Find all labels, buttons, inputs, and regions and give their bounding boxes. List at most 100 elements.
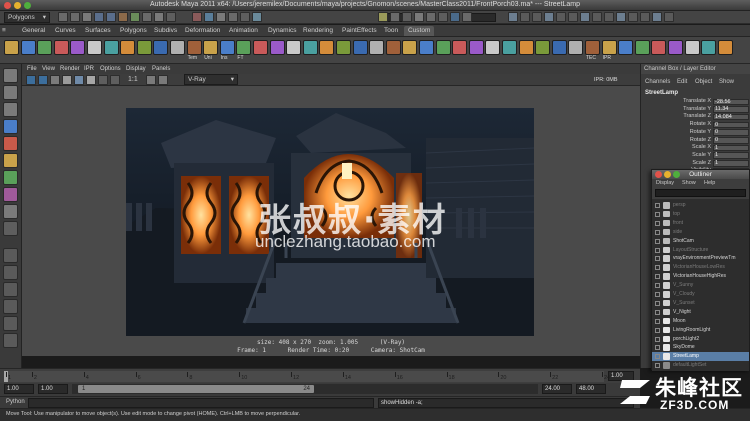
channel-attr-value[interactable]: 14.084 — [713, 113, 749, 121]
menu-display[interactable]: Display — [656, 179, 674, 188]
status-tool-icon[interactable] — [556, 12, 566, 22]
outliner-item-porchlight2[interactable]: porchLight2 — [652, 335, 749, 344]
snap-plane-icon[interactable] — [166, 12, 176, 22]
outliner-item-victorianhouselowres[interactable]: VictorianHouseLowRes — [652, 263, 749, 272]
universal-manip-icon[interactable] — [3, 170, 18, 185]
channel-attr-value[interactable]: 1 — [713, 152, 749, 159]
shelf-tool-icon[interactable] — [37, 40, 53, 55]
paint-select-icon[interactable] — [3, 102, 18, 117]
open-scene-icon[interactable] — [70, 12, 80, 22]
zoom-icon[interactable] — [673, 171, 680, 178]
move-tool-icon[interactable] — [3, 119, 18, 134]
outliner-item-victorianhousehighres[interactable]: VictorianHouseHighRes — [652, 272, 749, 281]
tab-rendering[interactable]: Rendering — [299, 26, 337, 36]
script-icon[interactable] — [462, 12, 472, 22]
channel-attr-value[interactable]: -28.56 — [713, 98, 749, 105]
menu-edit[interactable]: Edit — [677, 77, 687, 87]
menu-ipr[interactable]: IPR — [84, 64, 94, 74]
expand-toggle-icon[interactable] — [655, 354, 660, 360]
expand-toggle-icon[interactable] — [655, 265, 660, 271]
shelf-tool-icon[interactable] — [518, 40, 534, 55]
shelf-tool-icon[interactable] — [87, 40, 102, 55]
select-object-icon[interactable] — [106, 12, 116, 22]
expand-toggle-icon[interactable] — [655, 274, 660, 280]
layer-icon[interactable] — [426, 12, 436, 22]
shelf-tool-icon[interactable] — [4, 40, 19, 55]
expand-toggle-icon[interactable] — [655, 345, 660, 351]
layout-preset-icon[interactable] — [3, 265, 18, 280]
outliner-item-vrayenvironmentpreviewtm[interactable]: vrayEnvironmentPreviewTm — [652, 254, 749, 263]
menu-file[interactable]: File — [27, 64, 37, 74]
tab-dynamics[interactable]: Dynamics — [264, 26, 301, 36]
shelf-tool-icon[interactable] — [535, 40, 551, 55]
select-hierarchy-icon[interactable] — [94, 12, 104, 22]
tab-painteffects[interactable]: PaintEffects — [338, 26, 381, 36]
outliner-item-v_night[interactable]: V_Night — [652, 308, 749, 317]
render-globals-icon[interactable] — [450, 12, 460, 22]
channel-attr-value[interactable]: 1 — [713, 160, 749, 167]
tab-deformation[interactable]: Deformation — [181, 26, 224, 36]
shelf-tool-icon[interactable] — [103, 40, 119, 55]
display-rgb-icon[interactable] — [86, 75, 96, 85]
expand-toggle-icon[interactable] — [655, 327, 660, 333]
shelf-tool-icon[interactable] — [452, 40, 468, 55]
minimize-icon[interactable] — [664, 171, 671, 178]
channel-attr-value[interactable]: 0 — [713, 137, 749, 144]
tab-polygons[interactable]: Polygons — [116, 26, 151, 36]
save-scene-icon[interactable] — [82, 12, 92, 22]
status-tool-icon[interactable] — [652, 12, 662, 22]
shelf-tool-icon[interactable] — [468, 40, 484, 55]
expand-toggle-icon[interactable] — [655, 292, 660, 297]
outliner-item-skydome[interactable]: SkyDome — [652, 343, 749, 352]
layout-preset-icon[interactable] — [3, 282, 18, 297]
shelf-tool-icon[interactable] — [236, 40, 252, 55]
shelf-tool-icon[interactable] — [585, 40, 600, 55]
layout-preset-icon[interactable] — [3, 316, 18, 331]
numeric-input-field[interactable] — [470, 13, 496, 22]
status-tool-icon[interactable] — [544, 12, 554, 22]
attribute-editor-icon[interactable] — [378, 12, 388, 22]
keep-image-icon[interactable] — [110, 75, 120, 85]
expand-toggle-icon[interactable] — [655, 336, 660, 342]
menu-options[interactable]: Options — [100, 64, 121, 74]
status-tool-icon[interactable] — [628, 12, 638, 22]
shelf-tool-icon[interactable] — [485, 40, 501, 55]
shelf-tool-icon[interactable] — [336, 40, 351, 55]
channel-attr-value[interactable]: 1 — [713, 144, 749, 152]
shelf-tool-icon[interactable] — [502, 40, 517, 55]
expand-toggle-icon[interactable] — [655, 220, 660, 226]
outliner-item-side[interactable]: side — [652, 228, 749, 237]
shelf-tool-icon[interactable] — [402, 40, 418, 55]
select-component-icon[interactable] — [118, 12, 128, 22]
menu-show[interactable]: Show — [682, 179, 696, 188]
status-tool-icon[interactable] — [568, 12, 578, 22]
make-live-icon[interactable] — [192, 12, 202, 22]
shelf-tool-icon[interactable] — [286, 40, 302, 55]
range-slider-track[interactable]: 1 24 — [72, 384, 538, 394]
minimize-window-button[interactable] — [14, 2, 21, 9]
snapshot-icon[interactable] — [74, 75, 84, 85]
shelf-tool-icon[interactable] — [319, 40, 335, 55]
shelf-tool-icon[interactable] — [269, 40, 285, 55]
status-tool-icon[interactable] — [508, 12, 518, 22]
shelf-tool-icon[interactable] — [568, 40, 584, 55]
close-icon[interactable] — [655, 171, 662, 178]
sets-icon[interactable] — [438, 12, 448, 22]
status-tool-icon[interactable] — [664, 12, 674, 22]
playback-start-field[interactable]: 1.00 — [38, 384, 68, 394]
region-icon[interactable] — [62, 75, 72, 85]
shelf-tool-icon[interactable] — [435, 40, 451, 55]
outliner-item-persp[interactable]: persp — [652, 201, 749, 210]
expand-toggle-icon[interactable] — [655, 229, 660, 235]
expand-toggle-icon[interactable] — [655, 247, 660, 253]
status-tool-icon[interactable] — [604, 12, 614, 22]
lasso-tool-icon[interactable] — [3, 85, 18, 100]
expand-toggle-icon[interactable] — [655, 238, 660, 244]
channel-box-header[interactable]: Channel Box / Layer Editor — [641, 64, 750, 74]
scale-tool-icon[interactable] — [3, 153, 18, 168]
menu-object[interactable]: Object — [695, 77, 712, 87]
layout-preset-icon[interactable] — [3, 299, 18, 314]
menu-view[interactable]: View — [42, 64, 55, 74]
outliner-title[interactable]: Outliner — [652, 170, 749, 179]
expand-toggle-icon[interactable] — [655, 283, 660, 289]
